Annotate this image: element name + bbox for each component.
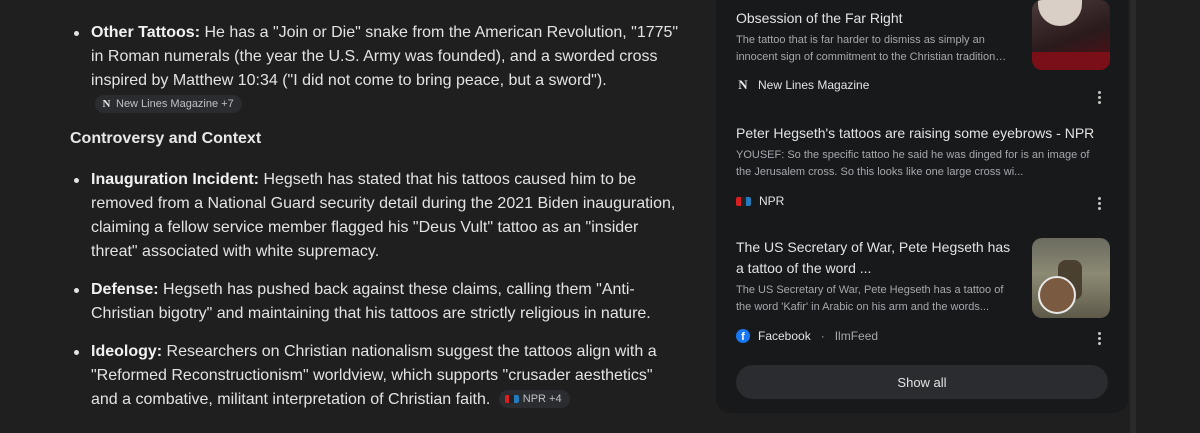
source-card-facebook[interactable]: The US Secretary of War, Pete Hegseth ha… bbox=[736, 237, 1110, 352]
chip-label: NPR +4 bbox=[522, 392, 562, 405]
publisher-name: NPR bbox=[759, 194, 785, 208]
publisher-name: Facebook bbox=[758, 329, 811, 343]
controversy-list: Inauguration Incident: Hegseth has state… bbox=[70, 168, 680, 426]
source-snippet: The tattoo that is far harder to dismiss… bbox=[736, 34, 1007, 63]
more-options-icon[interactable] bbox=[1096, 193, 1102, 213]
source-snippet: YOUSEF: So the specific tattoo he said h… bbox=[736, 149, 1090, 178]
source-chip-npr[interactable]: NPR +4 bbox=[498, 389, 570, 408]
source-title[interactable]: Peter Hegseth's tattoos are raising some… bbox=[736, 123, 1108, 144]
more-options-icon[interactable] bbox=[1096, 328, 1102, 348]
thumbnail-band bbox=[1032, 52, 1110, 70]
source-publisher: NPR bbox=[736, 194, 784, 208]
source-chip-new-lines[interactable]: N New Lines Magazine +7 bbox=[95, 94, 242, 113]
bullet-inauguration-incident: Inauguration Incident: Hegseth has state… bbox=[70, 168, 680, 264]
thumbnail-face bbox=[1038, 0, 1082, 26]
source-title[interactable]: The US Secretary of War, Pete Hegseth ha… bbox=[736, 237, 1018, 279]
bullet-other-tattoos: Other Tattoos: He has a "Join or Die" sn… bbox=[70, 21, 680, 117]
npr-logo-icon bbox=[504, 394, 519, 403]
section-heading: Controversy and Context bbox=[70, 130, 262, 147]
bullet-text: Researchers on Christian nationalism sug… bbox=[91, 343, 657, 408]
chip-label: New Lines Magazine +7 bbox=[116, 97, 234, 110]
publisher-subname: IlmFeed bbox=[834, 329, 879, 343]
other-tattoos-list: Other Tattoos: He has a "Join or Die" sn… bbox=[70, 21, 680, 117]
separator-dot: · bbox=[820, 329, 825, 343]
source-title[interactable]: Obsession of the Far Right bbox=[736, 8, 1018, 29]
facebook-logo-icon: f bbox=[736, 329, 750, 343]
bullet-text: Hegseth has pushed back against these cl… bbox=[91, 281, 651, 322]
source-thumbnail[interactable] bbox=[1032, 238, 1110, 318]
sources-panel: Obsession of the Far Right The tattoo th… bbox=[716, 0, 1128, 413]
source-thumbnail[interactable] bbox=[1032, 0, 1110, 70]
bullet-label: Ideology: bbox=[91, 343, 163, 360]
source-publisher: N New Lines Magazine bbox=[736, 77, 870, 92]
page-margin bbox=[1136, 0, 1200, 433]
source-snippet: The US Secretary of War, Pete Hegseth ha… bbox=[736, 284, 1004, 313]
thumbnail-inset-circle bbox=[1038, 276, 1076, 314]
bullet-defense: Defense: Hegseth has pushed back against… bbox=[70, 278, 680, 326]
source-publisher: f Facebook · IlmFeed bbox=[736, 329, 878, 343]
publisher-name: New Lines Magazine bbox=[758, 78, 870, 92]
source-card-npr[interactable]: Peter Hegseth's tattoos are raising some… bbox=[736, 123, 1108, 218]
bullet-label: Defense: bbox=[91, 281, 159, 298]
show-all-button[interactable]: Show all bbox=[736, 365, 1108, 399]
more-options-icon[interactable] bbox=[1096, 87, 1102, 107]
n-logo-icon: N bbox=[102, 97, 111, 110]
bullet-label: Inauguration Incident: bbox=[91, 171, 259, 188]
bullet-label: Other Tattoos: bbox=[91, 24, 201, 41]
npr-logo-icon bbox=[736, 196, 751, 206]
bullet-ideology: Ideology: Researchers on Christian natio… bbox=[70, 340, 680, 412]
n-logo-icon: N bbox=[738, 77, 748, 92]
source-card-new-lines[interactable]: Obsession of the Far Right The tattoo th… bbox=[736, 0, 1110, 108]
